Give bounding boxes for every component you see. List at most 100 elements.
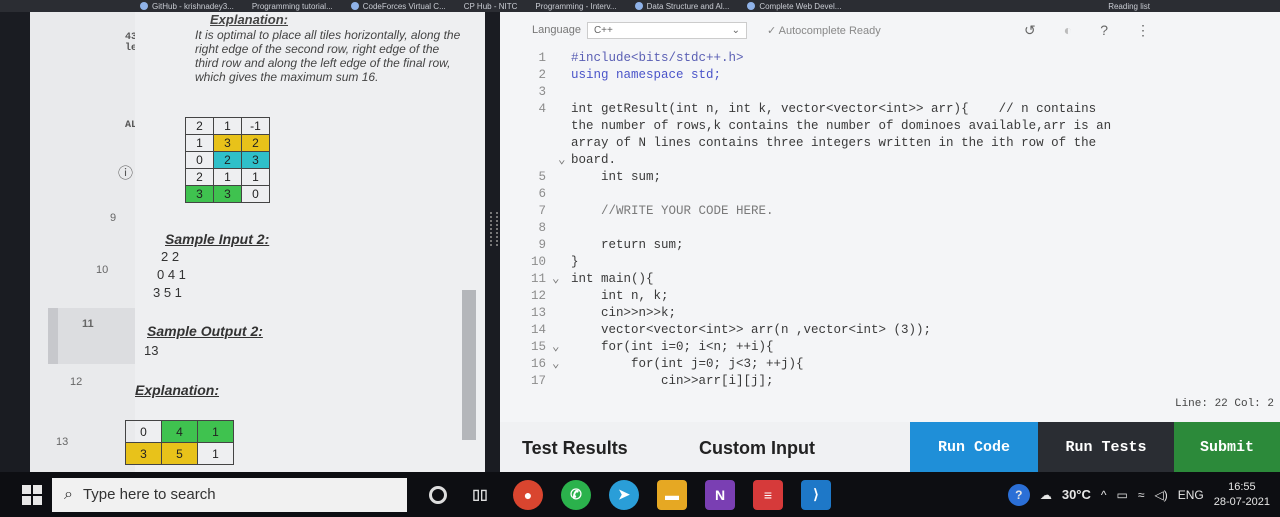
code-line: 5 int sum; — [510, 169, 1280, 186]
tab-test-results[interactable]: Test Results — [522, 438, 628, 459]
question-number-13[interactable]: 13 — [56, 436, 68, 448]
problem-scrollbar[interactable] — [462, 290, 476, 440]
onenote-icon[interactable]: N — [705, 479, 735, 510]
system-tray: ? ☁ 30°C ^ ▭ ≈ ◁) ENG 16:55 28-07-2021 — [1007, 480, 1280, 510]
chrome-icon[interactable]: ● — [513, 479, 543, 510]
sample-input-label: Sample Input 2: — [165, 231, 270, 247]
problem-statement: Explanation: It is optimal to place all … — [125, 12, 485, 472]
question-number-10[interactable]: 10 — [96, 264, 108, 276]
windows-taskbar: ⌕ Type here to search ▯▯ ● ✆ ➤ ▬ N ≡ ⟩ ?… — [0, 472, 1280, 517]
code-line: 11 ⌄ int main(){ — [510, 271, 1280, 288]
autocomplete-status[interactable]: ✓ Autocomplete Ready — [767, 24, 881, 37]
bookmark[interactable]: Programming - Interv... — [535, 2, 616, 11]
clock[interactable]: 16:55 28-07-2021 — [1214, 480, 1270, 510]
tab-custom-input[interactable]: Custom Input — [699, 438, 815, 459]
question-number-12[interactable]: 12 — [70, 376, 82, 388]
bookmarks-bar: GitHub - krishnadey3... Programming tuto… — [0, 0, 1280, 12]
line-number: 1 — [538, 51, 546, 65]
code-line: 8 — [510, 220, 1280, 237]
code-line: array of N lines contains three integers… — [510, 135, 1280, 152]
explanation2-title: Explanation: — [135, 382, 220, 398]
fold-chevron-icon[interactable]: ⌄ — [558, 152, 566, 169]
code-editor: Language C++ ⌄ ✓ Autocomplete Ready ↺ ◐ … — [500, 12, 1280, 422]
code-text: } — [571, 255, 579, 269]
reset-icon[interactable]: ↺ — [1024, 22, 1036, 39]
grid-cell: 0 — [125, 420, 162, 443]
volume-icon[interactable]: ◁) — [1154, 488, 1167, 502]
explanation-grid-2: 041 351 — [125, 420, 234, 465]
sample-output-label: Sample Output 2: — [147, 323, 263, 339]
explanation-title: Explanation: — [210, 12, 289, 27]
code-text: using namespace std; — [571, 68, 722, 82]
wifi-icon[interactable]: ≈ — [1138, 488, 1145, 502]
app-icon[interactable]: ≡ — [753, 479, 783, 510]
help-icon[interactable]: ? — [1100, 22, 1108, 39]
code-text: cin>>arr[i][j]; — [571, 374, 774, 388]
grid-cell: 1 — [213, 168, 242, 186]
bookmark[interactable]: GitHub - krishnadey3... — [140, 2, 234, 11]
reading-list[interactable]: Reading list — [1108, 2, 1150, 11]
grid-cell: -1 — [241, 117, 270, 135]
code-line: 7 //WRITE YOUR CODE HERE. — [510, 203, 1280, 220]
run-tests-button[interactable]: Run Tests — [1038, 422, 1174, 472]
weather-icon[interactable]: ☁ — [1040, 488, 1052, 502]
line-number: 13 — [530, 306, 546, 320]
line-number: 9 — [538, 238, 546, 252]
fold-chevron-icon[interactable]: ⌄ — [552, 271, 560, 288]
bookmark-icon — [140, 2, 148, 10]
bookmark[interactable]: Data Structure and Al... — [634, 2, 729, 11]
code-area[interactable]: 1 #include<bits/stdc++.h> 2 using namespac… — [510, 50, 1280, 390]
telegram-icon[interactable]: ➤ — [609, 479, 639, 510]
grid-cell: 2 — [241, 134, 270, 152]
temperature[interactable]: 30°C — [1062, 487, 1091, 502]
code-line: 3 — [510, 84, 1280, 101]
taskbar-search[interactable]: ⌕ Type here to search — [52, 477, 407, 512]
grid-cell: 1 — [241, 168, 270, 186]
run-code-button[interactable]: Run Code — [910, 422, 1038, 472]
language-select[interactable]: C++ ⌄ — [586, 21, 747, 39]
grid-cell: 5 — [161, 442, 198, 465]
grid-cell: 4 — [161, 420, 198, 443]
editor-actions: ↺ ◐ ? ⋮ — [1024, 22, 1150, 39]
bookmark[interactable]: Programming tutorial... — [252, 2, 333, 11]
grid-cell: 1 — [213, 117, 242, 135]
windows-start-icon[interactable] — [22, 484, 42, 505]
whatsapp-icon[interactable]: ✆ — [561, 479, 591, 510]
cortana-icon[interactable] — [429, 485, 447, 504]
bookmark-icon — [634, 2, 643, 10]
file-explorer-icon[interactable]: ▬ — [657, 479, 687, 510]
line-number: 14 — [530, 323, 546, 337]
bookmark[interactable]: CP Hub - NITC — [464, 2, 518, 11]
code-text: return sum; — [571, 238, 684, 252]
resize-handle[interactable] — [490, 212, 498, 246]
code-line: 10} — [510, 254, 1280, 271]
code-text: vector<vector<int>> arr(n ,vector<int> (… — [571, 323, 932, 337]
line-number: 10 — [530, 255, 546, 269]
check-icon: ✓ — [766, 24, 779, 37]
fold-chevron-icon[interactable]: ⌄ — [552, 339, 560, 356]
task-view-icon[interactable]: ▯▯ — [465, 480, 495, 510]
question-number-9[interactable]: 9 — [110, 212, 116, 224]
language-indicator[interactable]: ENG — [1178, 488, 1204, 502]
code-line: 9 return sum; — [510, 237, 1280, 254]
theme-icon[interactable]: ◐ — [1064, 22, 1072, 39]
chevron-up-icon[interactable]: ^ — [1101, 488, 1107, 502]
line-number: 7 — [538, 204, 546, 218]
more-icon[interactable]: ⋮ — [1136, 22, 1150, 39]
fold-chevron-icon[interactable]: ⌄ — [552, 356, 560, 373]
grid-cell: 2 — [185, 117, 214, 135]
submit-button[interactable]: Submit — [1174, 422, 1280, 472]
battery-icon[interactable]: ▭ — [1117, 488, 1128, 502]
info-icon[interactable]: ⓘ — [118, 162, 133, 183]
code-line: 17 cin>>arr[i][j]; — [510, 373, 1280, 390]
question-number-11[interactable]: 11 — [82, 318, 94, 330]
code-text: board. — [571, 153, 617, 167]
bookmark[interactable]: Complete Web Devel... — [747, 2, 841, 11]
help-icon[interactable]: ? — [1007, 483, 1030, 506]
code-line: 14 vector<vector<int>> arr(n ,vector<int… — [510, 322, 1280, 339]
code-text: for(int i=0; i<n; ++i){ — [571, 340, 774, 354]
line-number: 6 — [538, 187, 546, 201]
vscode-icon[interactable]: ⟩ — [801, 479, 831, 510]
bookmark[interactable]: CodeForces Virtual C... — [350, 2, 446, 11]
sample-input-line: 0 4 1 — [157, 267, 186, 282]
